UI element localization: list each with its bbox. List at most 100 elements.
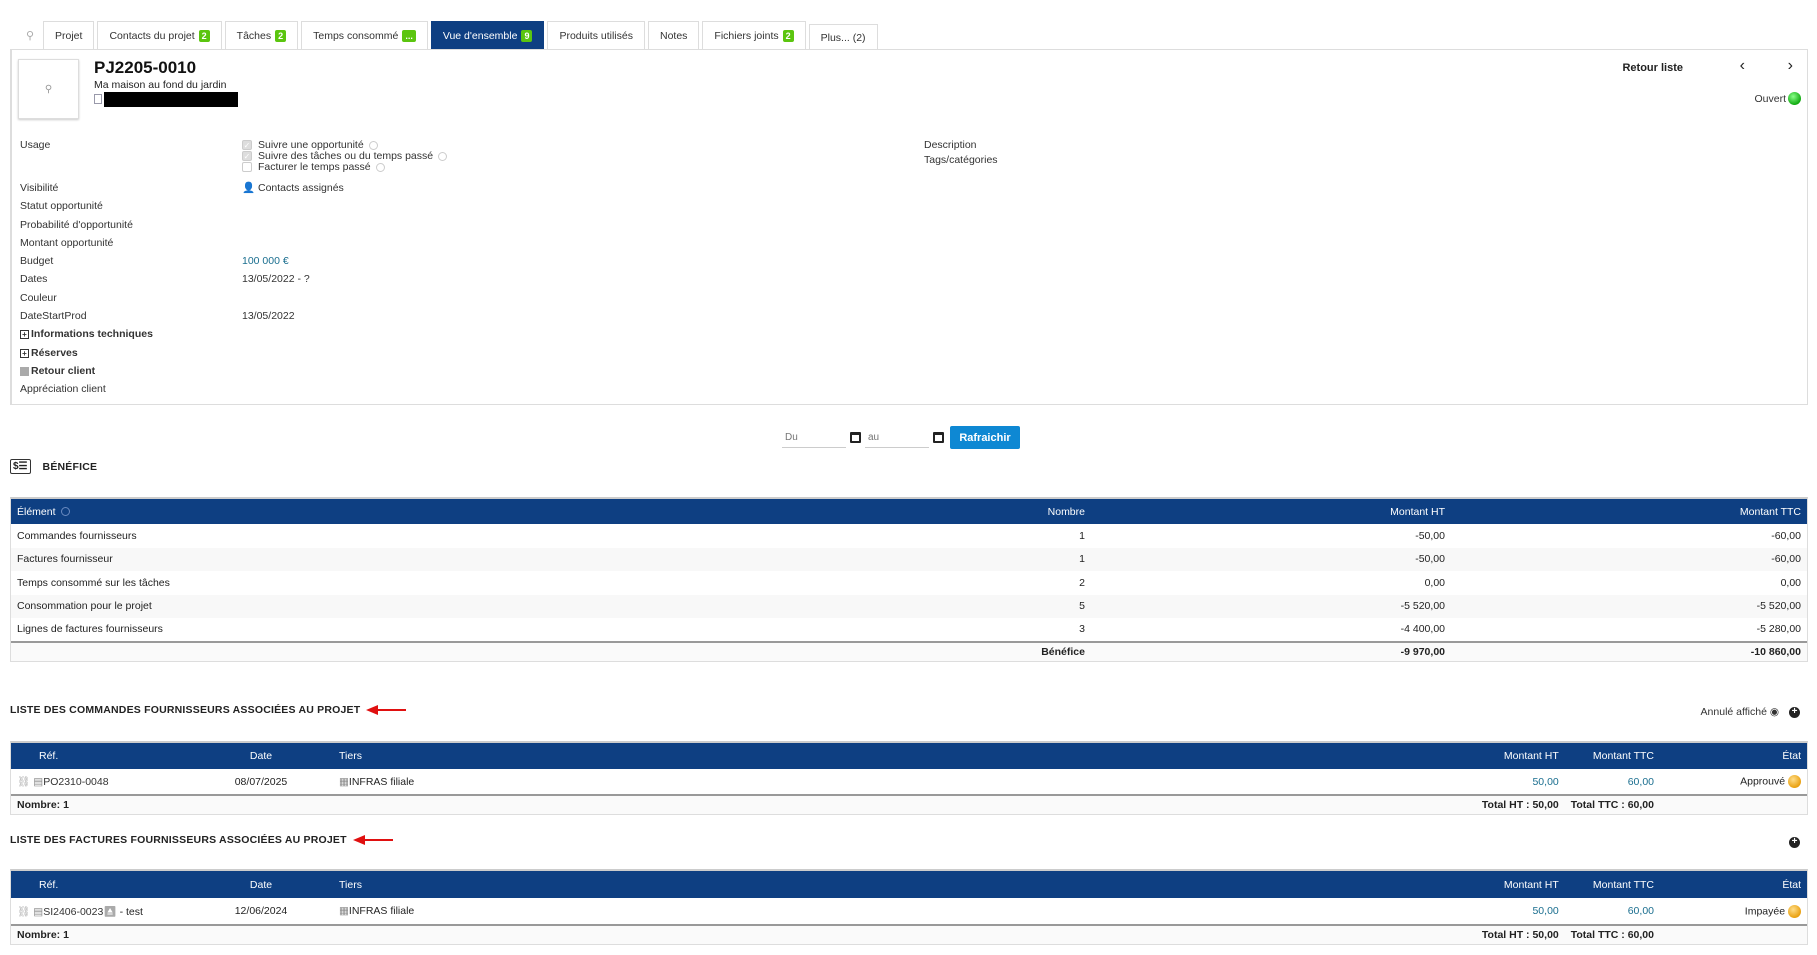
tab-notes[interactable]: Notes (647, 21, 700, 50)
previous-icon[interactable]: ‹ (1740, 57, 1745, 75)
table-row: Commandes fournisseurs 1 -50,00 -60,00 (11, 524, 1807, 548)
tiers-link[interactable]: INFRAS filiale (349, 776, 414, 788)
checkbox (242, 162, 252, 173)
status-pending-icon (1788, 904, 1801, 918)
invoices-section-title: LISTE DES FACTURES FOURNISSEURS ASSOCIÉE… (10, 834, 393, 846)
field-label-budget: Budget (20, 255, 54, 267)
element-ht: -5 520,00 (1400, 600, 1445, 613)
invoices-table: Réf. Date Tiers Montant HT Montant TTC É… (10, 869, 1808, 945)
show-cancelled-toggle[interactable]: Annulé affiché ◉ (1701, 706, 1779, 718)
project-card: ⚲ PJ2205-0010 Ma maison au fond du jardi… (10, 49, 1808, 405)
users-icon: 👤 (242, 182, 256, 194)
col-ht: Montant HT (1464, 743, 1565, 769)
add-order-icon[interactable]: + (1789, 706, 1800, 718)
invoice-icon: ▤ (33, 905, 44, 918)
table-row: Consommation pour le projet 5 -5 520,00 -5 … (11, 594, 1807, 618)
project-thumbnail: ⚲ (18, 59, 79, 119)
table-row: Factures fournisseur 1 -50,00 -60,00 (11, 547, 1807, 571)
element-name: Factures fournisseur (17, 553, 113, 566)
tab-label: Tâches (236, 30, 272, 42)
tab-vue-ensemble[interactable]: Vue d'ensemble 9 (430, 21, 545, 50)
invoices-count: Nombre: 1 (11, 924, 211, 944)
element-ht: 0,00 (1424, 576, 1445, 589)
orders-count: Nombre: 1 (11, 794, 211, 814)
date-to-input[interactable] (865, 427, 929, 448)
table-row: ⛓ ▤PO2310-0048 08/07/2025 ▦INFRAS filial… (11, 769, 1807, 795)
dates-value: 13/05/2022 - ? (242, 273, 310, 285)
calendar-icon[interactable] (850, 432, 861, 443)
col-date: Date (211, 743, 311, 769)
project-icon: ⚲ (25, 30, 35, 42)
status-pending-icon (1788, 775, 1801, 788)
tab-label: Plus... (2) (820, 31, 866, 44)
tab-label: Notes (659, 30, 688, 42)
tab-plus[interactable]: Plus... (2) (808, 24, 878, 50)
element-name: Consommation pour le projet (17, 600, 152, 613)
table-row: Lignes de factures fournisseurs 3 -4 400,0… (11, 618, 1807, 642)
datestart-value: 13/05/2022 (242, 310, 295, 322)
tab-badge: 2 (275, 30, 287, 42)
field-label-visibility: Visibilité (20, 182, 59, 194)
tab-projet[interactable]: Projet (43, 21, 95, 50)
col-ht: Montant HT (1091, 499, 1451, 524)
field-label-opp-amount: Montant opportunité (20, 237, 114, 249)
tab-temps[interactable]: Temps consommé... (301, 21, 428, 50)
col-ttc: Montant TTC (1564, 871, 1660, 898)
col-count: Nombre (951, 499, 1091, 524)
unlink-icon[interactable]: ⛓ (17, 776, 30, 788)
order-ttc: 60,00 (1627, 775, 1654, 788)
invoice-ht: 50,00 (1532, 905, 1559, 917)
element-ht: -50,00 (1415, 553, 1445, 566)
field-label-color: Couleur (20, 292, 57, 304)
next-icon[interactable]: › (1788, 57, 1793, 75)
col-ttc: Montant TTC (1564, 743, 1660, 769)
tab-label: Projet (55, 30, 83, 42)
info-icon (375, 162, 385, 172)
toggle-reserves[interactable]: + Réserves (20, 347, 78, 359)
col-element: Élément (11, 499, 951, 524)
tab-taches[interactable]: Tâches 2 (224, 21, 299, 50)
expand-icon: + (20, 348, 29, 358)
element-count: 5 (1079, 600, 1085, 613)
tab-label: Produits utilisés (559, 30, 633, 42)
info-icon (438, 151, 448, 161)
tab-produits[interactable]: Produits utilisés (547, 21, 645, 50)
element-ttc: -5 520,00 (1756, 600, 1801, 613)
col-date: Date (211, 871, 311, 898)
unlink-icon[interactable]: ⛓ (17, 906, 30, 918)
element-ttc: 0,00 (1780, 576, 1801, 589)
tab-badge: 9 (521, 30, 533, 42)
section-retour-client: Retour client (20, 365, 95, 377)
invoice-ref-link[interactable]: SI2406-0023 (43, 906, 103, 918)
info-icon (60, 507, 70, 517)
project-label: Ma maison au fond du jardin (94, 79, 227, 91)
invoices-total-ttc: Total TTC : 60,00 (1564, 924, 1660, 944)
redacted-customer (104, 92, 238, 107)
table-row: ⛓ ▤SI2406-0023⏏ - test 12/06/2024 ▦INFRA… (11, 898, 1807, 925)
orders-total-ttc: Total TTC : 60,00 (1564, 794, 1660, 814)
field-label-datestart: DateStartProd (20, 310, 87, 322)
order-state: Approuvé (1740, 775, 1786, 788)
add-invoice-icon[interactable]: + (1789, 837, 1800, 848)
order-ref-link[interactable]: PO2310-0048 (43, 776, 108, 788)
order-icon: ▤ (33, 776, 44, 788)
col-ref: Réf. (11, 743, 211, 769)
calendar-icon[interactable] (933, 432, 944, 443)
element-ttc: -60,00 (1771, 529, 1801, 542)
element-ht: -4 400,00 (1400, 623, 1445, 636)
back-to-list-link[interactable]: Retour liste (1622, 62, 1683, 74)
field-label-opp-prob: Probabilité d'opportunité (20, 219, 133, 231)
tab-contacts[interactable]: Contacts du projet 2 (97, 21, 222, 50)
col-state: État (1660, 871, 1807, 898)
collapsed-icon (20, 366, 29, 376)
element-name: Temps consommé sur les tâches (17, 576, 170, 589)
tab-fichiers[interactable]: Fichiers joints 2 (702, 21, 806, 50)
field-label-usage: Usage (20, 139, 51, 151)
section-title-benefit: BÉNÉFICE (42, 460, 98, 473)
date-from-input[interactable] (782, 427, 846, 448)
field-label-dates: Dates (20, 273, 48, 285)
tiers-link[interactable]: INFRAS filiale (349, 905, 414, 917)
benefit-table: Élément Nombre Montant HT Montant TTC Co… (10, 497, 1808, 662)
refresh-button[interactable]: Rafraichir (950, 426, 1020, 449)
toggle-technical-info[interactable]: + Informations techniques (20, 328, 153, 340)
